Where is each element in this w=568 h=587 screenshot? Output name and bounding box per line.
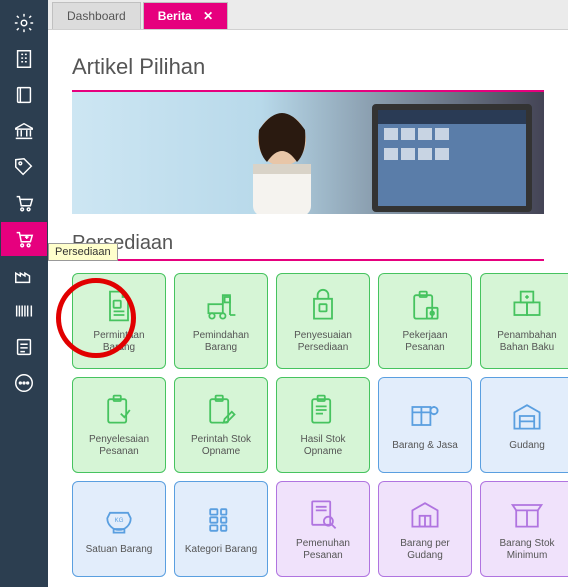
card-label: Kategori Barang [185, 544, 257, 557]
nav-barcode[interactable] [1, 294, 47, 328]
card-barang-jasa[interactable]: Barang & Jasa [378, 377, 472, 473]
card-barang-per-gudang[interactable]: Barang per Gudang [378, 481, 472, 577]
nav-sales[interactable] [1, 150, 47, 184]
card-label: Penambahan Bahan Baku [485, 330, 568, 355]
card-penambahan-bahan-baku[interactable]: Penambahan Bahan Baku [480, 273, 568, 369]
nav-inventory[interactable] [1, 222, 47, 256]
card-label: Barang Stok Minimum [485, 538, 568, 563]
hero-banner [72, 90, 544, 214]
tooltip: Persediaan [48, 243, 118, 261]
nav-cash[interactable] [1, 114, 47, 148]
nav-other[interactable] [1, 366, 47, 400]
card-grid: Permintaan Barang Pemindahan Barang Peny… [72, 273, 544, 577]
card-label: Permintaan Barang [77, 330, 161, 355]
card-pemenuhan-pesanan[interactable]: Pemenuhan Pesanan [276, 481, 370, 577]
box-gear-icon [407, 398, 443, 434]
box-open-icon [509, 496, 545, 532]
factory-icon [13, 264, 35, 286]
card-gudang[interactable]: Gudang [480, 377, 568, 473]
nav-report[interactable] [1, 330, 47, 364]
circle-dots-icon [13, 372, 35, 394]
building-icon [13, 48, 35, 70]
section-title: Persediaan [72, 232, 544, 255]
warehouse-box-icon [407, 496, 443, 532]
bank-icon [13, 120, 35, 142]
card-penyesuaian-persediaan[interactable]: Penyesuaian Persediaan [276, 273, 370, 369]
sidebar [0, 0, 48, 587]
cart-icon [13, 192, 35, 214]
boxes-plus-icon [509, 288, 545, 324]
tab-label: Berita [158, 9, 192, 23]
document-search-icon [305, 496, 341, 532]
clipboard-edit-icon [203, 392, 239, 428]
tag-icon [13, 156, 35, 178]
barcode-icon [13, 300, 35, 322]
clipboard-gear-icon [407, 288, 443, 324]
card-barang-stok-minimum[interactable]: Barang Stok Minimum [480, 481, 568, 577]
book-icon [13, 84, 35, 106]
card-hasil-stok-opname[interactable]: Hasil Stok Opname [276, 377, 370, 473]
banner-person-illustration [217, 100, 347, 214]
card-label: Pemenuhan Pesanan [281, 538, 365, 563]
card-label: Pekerjaan Pesanan [383, 330, 467, 355]
gear-icon [13, 12, 35, 34]
banner-monitor-illustration [372, 104, 532, 212]
warehouse-icon [509, 398, 545, 434]
nav-settings[interactable] [1, 6, 47, 40]
grid-icon [203, 502, 239, 538]
svg-text:KG: KG [114, 517, 123, 524]
card-label: Barang & Jasa [392, 440, 458, 453]
forklift-icon [203, 288, 239, 324]
bag-icon [305, 288, 341, 324]
clipboard-check-icon [101, 392, 137, 428]
card-label: Hasil Stok Opname [281, 434, 365, 459]
tabs: Dashboard Berita ✕ [48, 0, 568, 30]
close-icon[interactable]: ✕ [203, 9, 213, 23]
nav-purchase[interactable] [1, 186, 47, 220]
card-label: Gudang [509, 440, 545, 453]
clipboard-list-icon [305, 392, 341, 428]
divider [72, 259, 544, 261]
cart-plus-icon [13, 228, 35, 250]
report-icon [13, 336, 35, 358]
card-kategori-barang[interactable]: Kategori Barang [174, 481, 268, 577]
tab-berita[interactable]: Berita ✕ [143, 2, 228, 29]
card-permintaan-barang[interactable]: Permintaan Barang [72, 273, 166, 369]
main-content: Dashboard Berita ✕ Artikel Pilihan [48, 0, 568, 587]
card-label: Penyelesaian Pesanan [77, 434, 161, 459]
card-label: Perintah Stok Opname [179, 434, 263, 459]
card-label: Satuan Barang [86, 544, 153, 557]
nav-company[interactable] [1, 42, 47, 76]
document-icon [101, 288, 137, 324]
card-satuan-barang[interactable]: KG Satuan Barang [72, 481, 166, 577]
tab-dashboard[interactable]: Dashboard [52, 2, 141, 29]
card-pekerjaan-pesanan[interactable]: Pekerjaan Pesanan [378, 273, 472, 369]
page-title: Artikel Pilihan [72, 54, 544, 80]
card-label: Barang per Gudang [383, 538, 467, 563]
nav-assets[interactable] [1, 258, 47, 292]
card-pemindahan-barang[interactable]: Pemindahan Barang [174, 273, 268, 369]
card-label: Pemindahan Barang [179, 330, 263, 355]
nav-ledger[interactable] [1, 78, 47, 112]
scale-icon: KG [101, 502, 137, 538]
card-perintah-stok-opname[interactable]: Perintah Stok Opname [174, 377, 268, 473]
card-label: Penyesuaian Persediaan [281, 330, 365, 355]
card-penyelesaian-pesanan[interactable]: Penyelesaian Pesanan [72, 377, 166, 473]
